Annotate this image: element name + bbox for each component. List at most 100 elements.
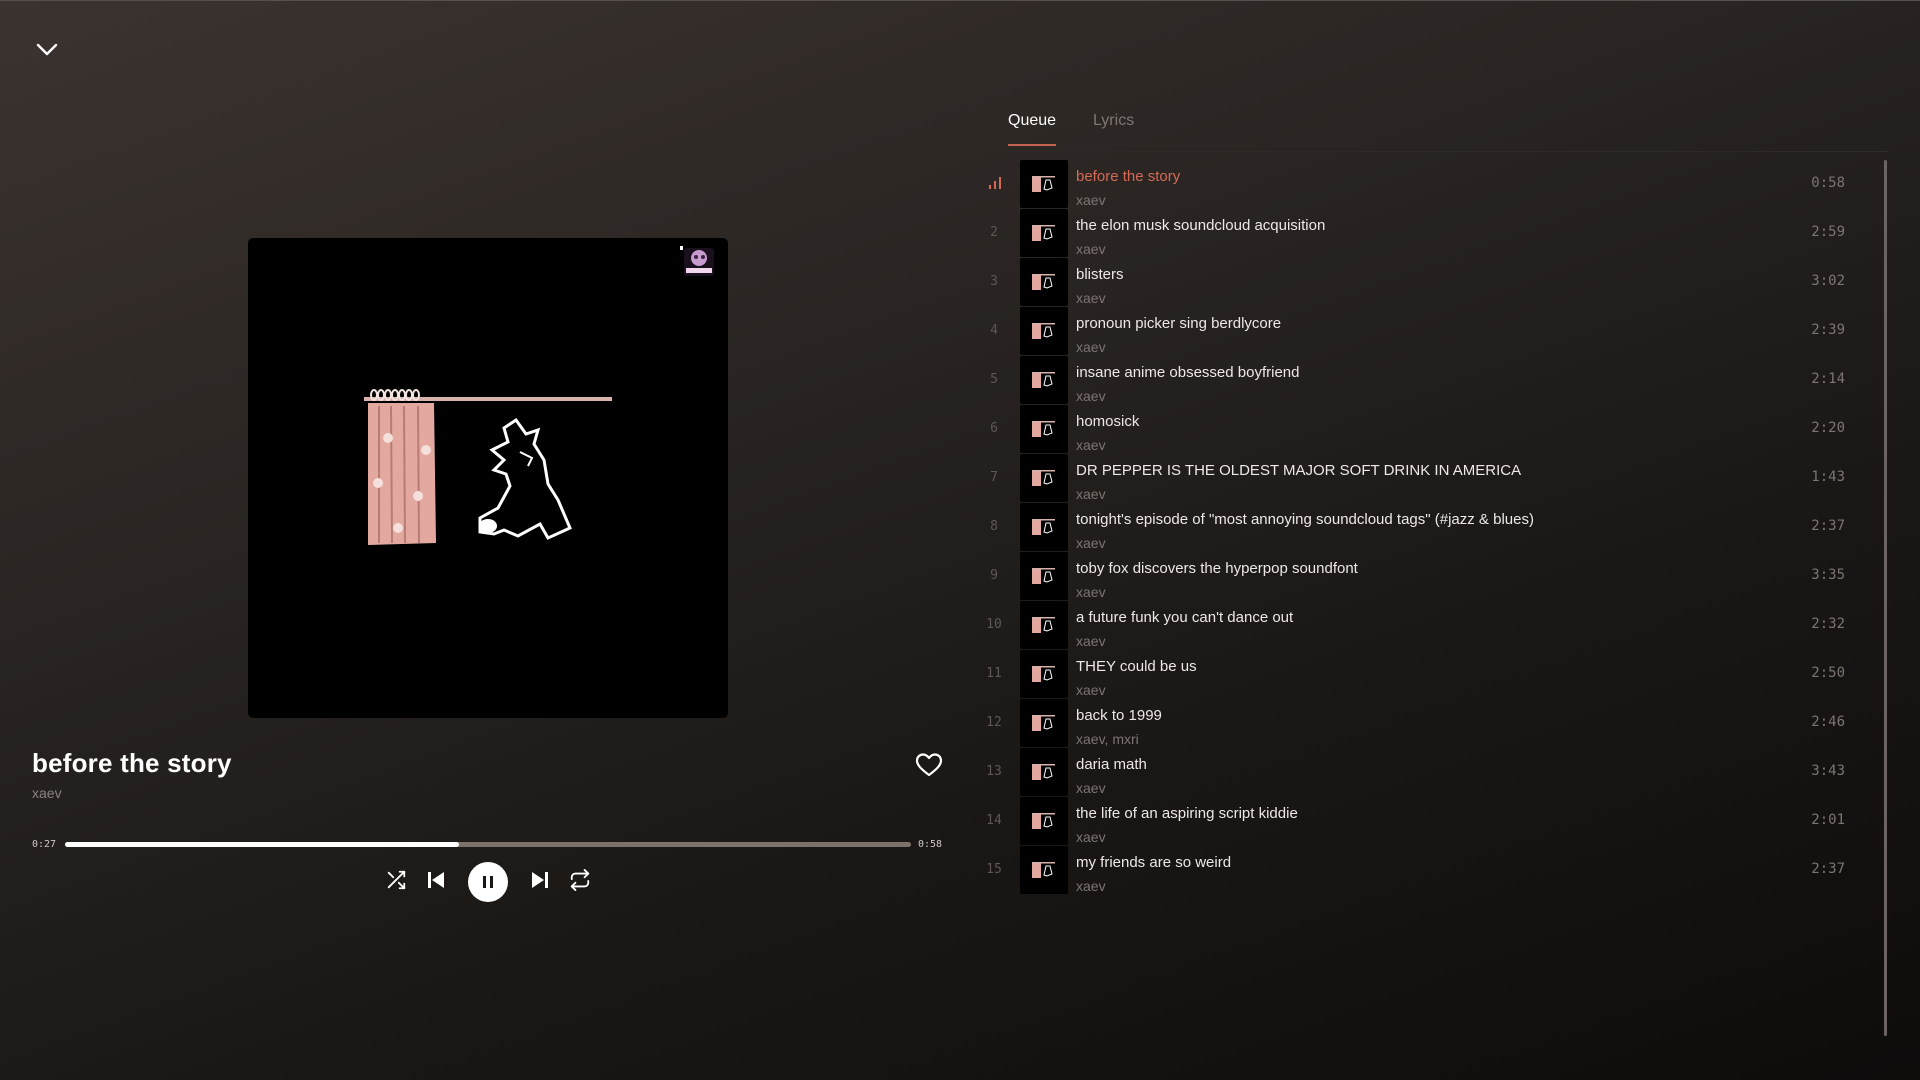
track-thumbnail (1020, 258, 1068, 306)
track-duration: 3:35 (1811, 567, 1845, 583)
thumbnail-art (1032, 568, 1055, 584)
thumbnail-art (1032, 715, 1055, 731)
track-title: THEY could be us (1076, 658, 1197, 675)
track-number: 6 (990, 421, 998, 436)
now-playing-title: before the story (32, 748, 232, 778)
track-thumbnail (1020, 601, 1068, 649)
total-duration: 0:58 (918, 839, 943, 850)
repeat-icon (570, 869, 590, 891)
now-playing-artist[interactable]: xaev (32, 785, 62, 801)
track-thumbnail (1020, 748, 1068, 796)
track-duration: 2:32 (1811, 616, 1845, 632)
track-artist: xaev (1076, 290, 1106, 306)
pause-icon (483, 876, 493, 888)
track-number: 4 (990, 323, 998, 338)
track-title: DR PEPPER IS THE OLDEST MAJOR SOFT DRINK… (1076, 462, 1522, 479)
track-duration: 1:43 (1811, 469, 1845, 485)
track-artist: xaev (1076, 486, 1106, 502)
skip-next-icon (532, 872, 548, 888)
collapse-button[interactable] (32, 34, 62, 64)
track-artist: xaev (1076, 584, 1106, 600)
track-artist: xaev (1076, 633, 1106, 649)
panel-tabs: Queue Lyrics (1008, 100, 1888, 152)
track-artist: xaev (1076, 192, 1106, 208)
track-number: 7 (990, 470, 998, 485)
top-border (0, 0, 1920, 1)
thumbnail-art (1032, 470, 1055, 486)
track-duration: 3:43 (1811, 763, 1845, 779)
track-title: pronoun picker sing berdlycore (1076, 315, 1282, 332)
track-thumbnail (1020, 454, 1068, 502)
track-duration: 2:01 (1811, 812, 1845, 828)
track-number (980, 160, 1008, 208)
previous-button[interactable] (422, 866, 450, 894)
track-thumbnail (1020, 797, 1068, 845)
track-number: 15 (986, 862, 1002, 877)
track-title: tonight's episode of "most annoying soun… (1076, 511, 1534, 528)
track-duration: 2:50 (1811, 665, 1845, 681)
thumbnail-art (1032, 862, 1055, 878)
track-number: 5 (990, 372, 998, 387)
track-duration: 3:02 (1811, 273, 1845, 289)
track-thumbnail (1020, 405, 1068, 453)
track-duration: 2:39 (1811, 322, 1845, 338)
thumbnail-art (1032, 764, 1055, 780)
tab-queue[interactable]: Queue (1008, 112, 1057, 146)
track-duration: 2:37 (1811, 518, 1845, 534)
track-number: 3 (990, 274, 998, 289)
track-title: insane anime obsessed boyfriend (1076, 364, 1300, 381)
repeat-button[interactable] (566, 866, 594, 894)
thumbnail-art (1032, 176, 1055, 192)
track-artist: xaev (1076, 878, 1106, 894)
shuffle-icon (387, 870, 406, 890)
track-artist: xaev (1076, 829, 1106, 845)
track-thumbnail (1020, 846, 1068, 894)
track-number: 10 (986, 617, 1002, 632)
pause-button[interactable] (468, 862, 508, 902)
chevron-down-icon (36, 43, 58, 56)
equalizer-bars-icon (989, 177, 1001, 189)
track-title: blisters (1076, 266, 1124, 283)
progress-fill (65, 842, 459, 847)
track-title: a future funk you can't dance out (1076, 609, 1294, 626)
progress-bar[interactable] (65, 842, 911, 847)
shuffle-button[interactable] (382, 866, 410, 894)
like-button[interactable] (914, 750, 944, 780)
thumbnail-art (1032, 225, 1055, 241)
skip-previous-icon (428, 872, 444, 888)
track-number: 2 (990, 225, 998, 240)
track-number: 13 (986, 764, 1002, 779)
track-artist: xaev (1076, 682, 1106, 698)
track-number: 12 (986, 715, 1002, 730)
album-art-illustration (364, 246, 714, 545)
track-title: daria math (1076, 756, 1147, 773)
track-thumbnail (1020, 160, 1068, 208)
track-thumbnail (1020, 209, 1068, 257)
track-title: before the story (1076, 168, 1181, 185)
track-number: 11 (986, 666, 1002, 681)
track-thumbnail (1020, 552, 1068, 600)
thumbnail-art (1032, 666, 1055, 682)
next-button[interactable] (526, 866, 554, 894)
track-thumbnail (1020, 503, 1068, 551)
thumbnail-art (1032, 813, 1055, 829)
track-artist: xaev (1076, 437, 1106, 453)
queue-scrollbar[interactable] (1884, 160, 1887, 1036)
thumbnail-art (1032, 617, 1055, 633)
track-title: back to 1999 (1076, 707, 1162, 724)
thumbnail-art (1032, 323, 1055, 339)
thumbnail-art (1032, 274, 1055, 290)
track-thumbnail (1020, 356, 1068, 404)
queue-item[interactable]: 15 my friends are so weird xaev 2:37 (980, 846, 1870, 906)
track-duration: 2:14 (1811, 371, 1845, 387)
thumbnail-art (1032, 372, 1055, 388)
track-title: the life of an aspiring script kiddie (1076, 805, 1298, 822)
track-duration: 2:37 (1811, 861, 1845, 877)
track-artist: xaev (1076, 339, 1106, 355)
track-thumbnail (1020, 307, 1068, 355)
track-number: 9 (990, 568, 998, 583)
thumbnail-art (1032, 519, 1055, 535)
track-number: 14 (986, 813, 1002, 828)
queue-list: before the story xaev 0:58 2 the elon mu… (980, 160, 1870, 1060)
tab-lyrics[interactable]: Lyrics (1093, 112, 1134, 144)
